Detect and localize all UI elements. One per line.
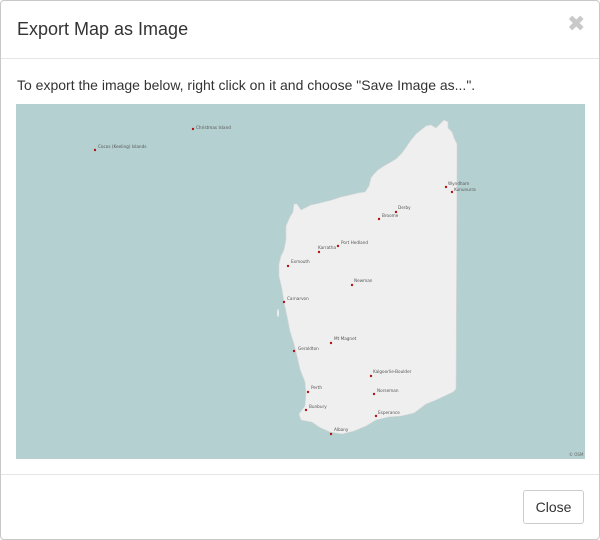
map-image[interactable]: Christmas Island Cocos (Keeling) Islands… xyxy=(16,104,585,459)
svg-text:Cocos (Keeling) Islands: Cocos (Keeling) Islands xyxy=(98,144,146,149)
svg-text:Albany: Albany xyxy=(334,427,349,432)
svg-text:Geraldton: Geraldton xyxy=(298,346,319,351)
svg-text:Derby: Derby xyxy=(398,205,411,210)
export-map-dialog: Export Map as Image ✖ To export the imag… xyxy=(0,0,600,540)
svg-text:Christmas Island: Christmas Island xyxy=(196,125,231,130)
close-button[interactable]: Close xyxy=(523,490,584,524)
close-icon[interactable]: ✖ xyxy=(567,13,585,37)
map-svg: Christmas Island Cocos (Keeling) Islands… xyxy=(16,104,585,459)
dialog-title: Export Map as Image xyxy=(17,19,189,39)
island xyxy=(296,247,298,251)
export-instructions: To export the image below, right click o… xyxy=(17,77,476,93)
svg-text:Port Hedland: Port Hedland xyxy=(341,240,368,245)
svg-text:Bunbury: Bunbury xyxy=(309,404,327,409)
svg-text:Wyndham: Wyndham xyxy=(448,181,469,186)
island xyxy=(407,181,411,185)
place-christmas-island: Christmas Island xyxy=(191,125,231,131)
svg-text:Exmouth: Exmouth xyxy=(291,259,310,264)
svg-text:Kalgoorlie-Boulder: Kalgoorlie-Boulder xyxy=(373,369,412,374)
island xyxy=(427,160,429,164)
svg-text:Mt Magnet: Mt Magnet xyxy=(334,336,357,341)
svg-text:Newman: Newman xyxy=(354,278,373,283)
dialog-footer: Close xyxy=(1,474,599,539)
dialog-header: Export Map as Image ✖ xyxy=(1,1,599,59)
svg-text:Karratha: Karratha xyxy=(318,245,336,250)
svg-text:Esperance: Esperance xyxy=(378,410,400,415)
map-attribution: © OSM xyxy=(569,452,584,457)
svg-text:Norseman: Norseman xyxy=(377,388,399,393)
svg-text:Kununurra: Kununurra xyxy=(454,187,476,192)
dialog-body: To export the image below, right click o… xyxy=(1,59,599,474)
svg-text:Broome: Broome xyxy=(382,213,399,218)
svg-text:Perth: Perth xyxy=(311,385,322,390)
svg-text:Carnarvon: Carnarvon xyxy=(287,296,309,301)
island xyxy=(277,309,279,317)
island xyxy=(345,209,347,215)
